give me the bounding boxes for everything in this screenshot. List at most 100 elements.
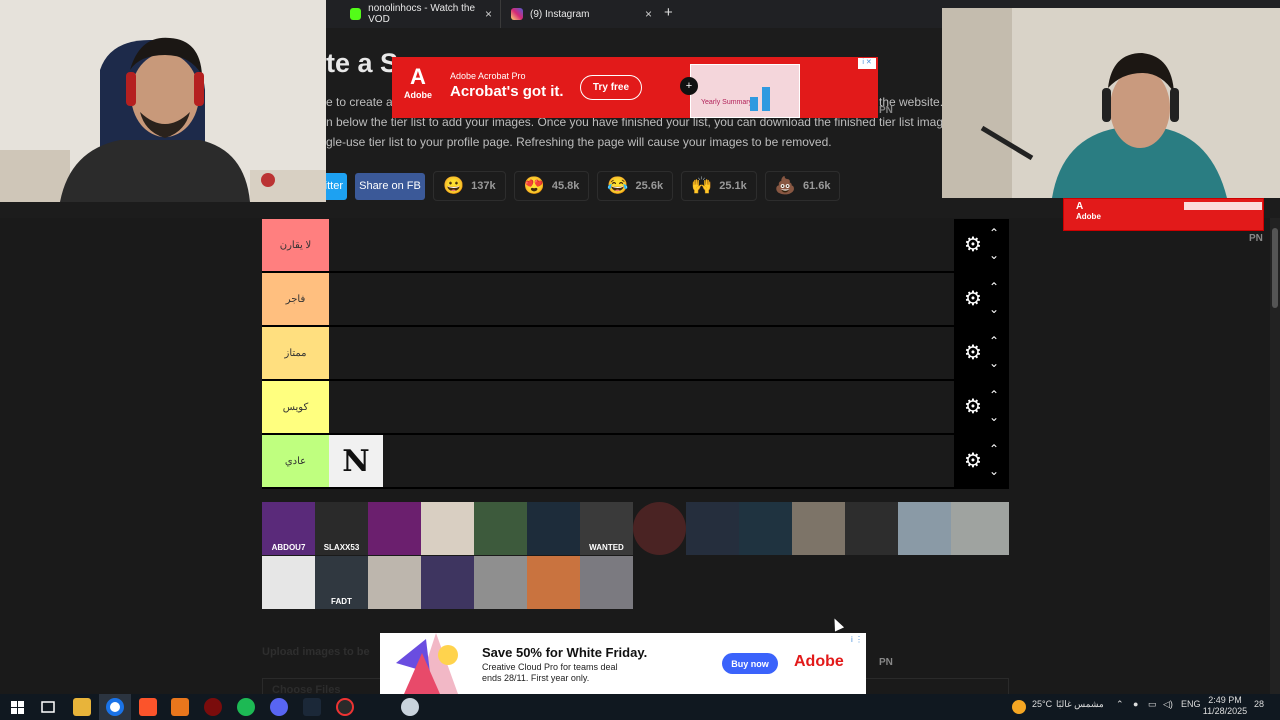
- chevron-up-icon[interactable]: ⌃: [989, 281, 999, 293]
- new-tab-button[interactable]: +: [664, 4, 673, 21]
- chevron-down-icon[interactable]: ⌄: [989, 357, 999, 369]
- scrollbar-thumb[interactable]: [1272, 228, 1278, 308]
- chevron-up-icon[interactable]: ⌃: [989, 389, 999, 401]
- chevron-down-icon[interactable]: ⌄: [989, 411, 999, 423]
- reaction-button[interactable]: 🙌 25.1k: [681, 171, 757, 201]
- tier-drop-zone[interactable]: [329, 381, 954, 433]
- pool-image[interactable]: [527, 502, 580, 555]
- adobe-acrobat-ad[interactable]: A Adobe Adobe Acrobat Pro Acrobat's got …: [392, 57, 878, 118]
- adobe-side-ad[interactable]: A Adobe: [1063, 198, 1264, 231]
- system-clock[interactable]: 2:49 PM 11/28/2025: [1200, 695, 1250, 717]
- pool-image[interactable]: [633, 502, 686, 555]
- page-scrollbar[interactable]: [1270, 218, 1280, 694]
- adobe-creative-cloud-ad[interactable]: Save 50% for White Friday. Creative Clou…: [380, 633, 866, 694]
- pool-image[interactable]: [474, 502, 527, 555]
- adobe-logo-icon: A: [1076, 201, 1084, 212]
- pool-image[interactable]: [368, 556, 421, 609]
- reaction-button[interactable]: 😂 25.6k: [597, 171, 674, 201]
- pool-image[interactable]: [527, 556, 580, 609]
- weather-temp[interactable]: 25°C: [1032, 699, 1052, 709]
- reaction-button[interactable]: 😍 45.8k: [513, 171, 590, 201]
- microphone-icon[interactable]: ●: [1133, 699, 1138, 709]
- pool-image[interactable]: [686, 502, 739, 555]
- pool-image[interactable]: [368, 502, 421, 555]
- chevron-up-icon[interactable]: ⌃: [989, 443, 999, 455]
- ad-buy-now-button[interactable]: Buy now: [722, 653, 778, 674]
- file-explorer-icon[interactable]: [73, 698, 91, 716]
- gear-icon[interactable]: ⚙: [964, 397, 982, 417]
- app-gray-icon[interactable]: [401, 698, 419, 716]
- pool-image[interactable]: ABDOU7: [262, 502, 315, 555]
- chevron-down-icon[interactable]: ⌄: [989, 249, 999, 261]
- close-tab-icon[interactable]: ×: [485, 7, 492, 21]
- tier-item-n-logo[interactable]: N: [329, 435, 383, 487]
- ad-info-icon[interactable]: i ⋮: [851, 635, 863, 644]
- gear-icon[interactable]: ⚙: [964, 289, 982, 309]
- pool-image[interactable]: [421, 502, 474, 555]
- pool-image[interactable]: SLAXX53: [315, 502, 368, 555]
- mouse-cursor-icon: [829, 616, 845, 632]
- app-a-icon[interactable]: [171, 698, 189, 716]
- volume-icon[interactable]: ◁): [1163, 699, 1173, 710]
- steam-icon[interactable]: [303, 698, 321, 716]
- tier-label[interactable]: عادي: [262, 435, 329, 487]
- chevron-down-icon[interactable]: ⌄: [989, 465, 999, 477]
- pool-image[interactable]: [845, 502, 898, 555]
- pool-image[interactable]: [262, 556, 315, 609]
- tier-label[interactable]: ممتاز: [262, 327, 329, 379]
- gear-icon[interactable]: ⚙: [964, 235, 982, 255]
- pool-image[interactable]: [898, 502, 951, 555]
- capcut-icon[interactable]: [368, 698, 386, 716]
- tab-instagram[interactable]: (9) Instagram ×: [500, 0, 660, 28]
- tier-row: لا يقارن ⚙ ⌃ ⌄: [262, 219, 1009, 273]
- grin-emoji-icon: 😀: [443, 176, 465, 195]
- tier-row: كويس ⚙ ⌃ ⌄: [262, 381, 1009, 435]
- app-red-icon[interactable]: [204, 698, 222, 716]
- pool-image[interactable]: [474, 556, 527, 609]
- share-facebook-button[interactable]: Share on FB: [355, 172, 425, 200]
- pool-image[interactable]: [739, 502, 792, 555]
- tier-drop-zone[interactable]: N: [329, 435, 954, 487]
- gear-icon[interactable]: ⚙: [964, 451, 982, 471]
- windows-start-icon[interactable]: [8, 698, 26, 716]
- ad-brand: Adobe Acrobat Pro: [450, 71, 526, 81]
- reaction-button[interactable]: 💩 61.6k: [764, 171, 841, 201]
- tier-label[interactable]: كويس: [262, 381, 329, 433]
- chevron-down-icon[interactable]: ⌄: [989, 303, 999, 315]
- weather-icon[interactable]: [1012, 700, 1026, 714]
- ad-brand: Adobe: [1076, 212, 1101, 221]
- brave-icon[interactable]: [139, 698, 157, 716]
- pool-image[interactable]: [792, 502, 845, 555]
- task-view-icon[interactable]: [39, 698, 57, 716]
- pool-image[interactable]: FADT: [315, 556, 368, 609]
- obs-icon[interactable]: [336, 698, 354, 716]
- pool-image[interactable]: [580, 556, 633, 609]
- weather-text[interactable]: مشمس غالبًا: [1056, 699, 1104, 710]
- pool-image[interactable]: [951, 502, 1009, 555]
- discord-icon[interactable]: [270, 698, 288, 716]
- ad-info-icon[interactable]: i ✕: [858, 58, 876, 69]
- streamer-avatar-left: [0, 0, 326, 202]
- tier-label[interactable]: فاجر: [262, 273, 329, 325]
- reaction-button[interactable]: 😀 137k: [433, 171, 506, 201]
- spotify-icon[interactable]: [237, 698, 255, 716]
- tray-overflow-icon[interactable]: ⌃: [1116, 699, 1124, 710]
- tier-label[interactable]: لا يقارن: [262, 219, 329, 271]
- gear-icon[interactable]: ⚙: [964, 343, 982, 363]
- notification-icon[interactable]: 28: [1254, 699, 1264, 709]
- tier-drop-zone[interactable]: [329, 273, 954, 325]
- network-icon[interactable]: ▭: [1148, 699, 1157, 710]
- close-tab-icon[interactable]: ×: [645, 7, 652, 21]
- pool-image[interactable]: WANTED: [580, 502, 633, 555]
- pool-image[interactable]: [421, 556, 474, 609]
- share-twitter-button[interactable]: itter: [325, 172, 347, 200]
- tier-drop-zone[interactable]: [329, 327, 954, 379]
- tab-kick-vod[interactable]: nonolinhocs - Watch the VOD ×: [340, 0, 500, 28]
- chevron-up-icon[interactable]: ⌃: [989, 335, 999, 347]
- ad-try-free-button[interactable]: Try free: [580, 75, 642, 100]
- language-indicator[interactable]: ENG: [1181, 699, 1201, 709]
- tier-drop-zone[interactable]: [329, 219, 954, 271]
- chevron-up-icon[interactable]: ⌃: [989, 227, 999, 239]
- chrome-icon[interactable]: [106, 698, 124, 716]
- page-title: te a S: [326, 48, 399, 78]
